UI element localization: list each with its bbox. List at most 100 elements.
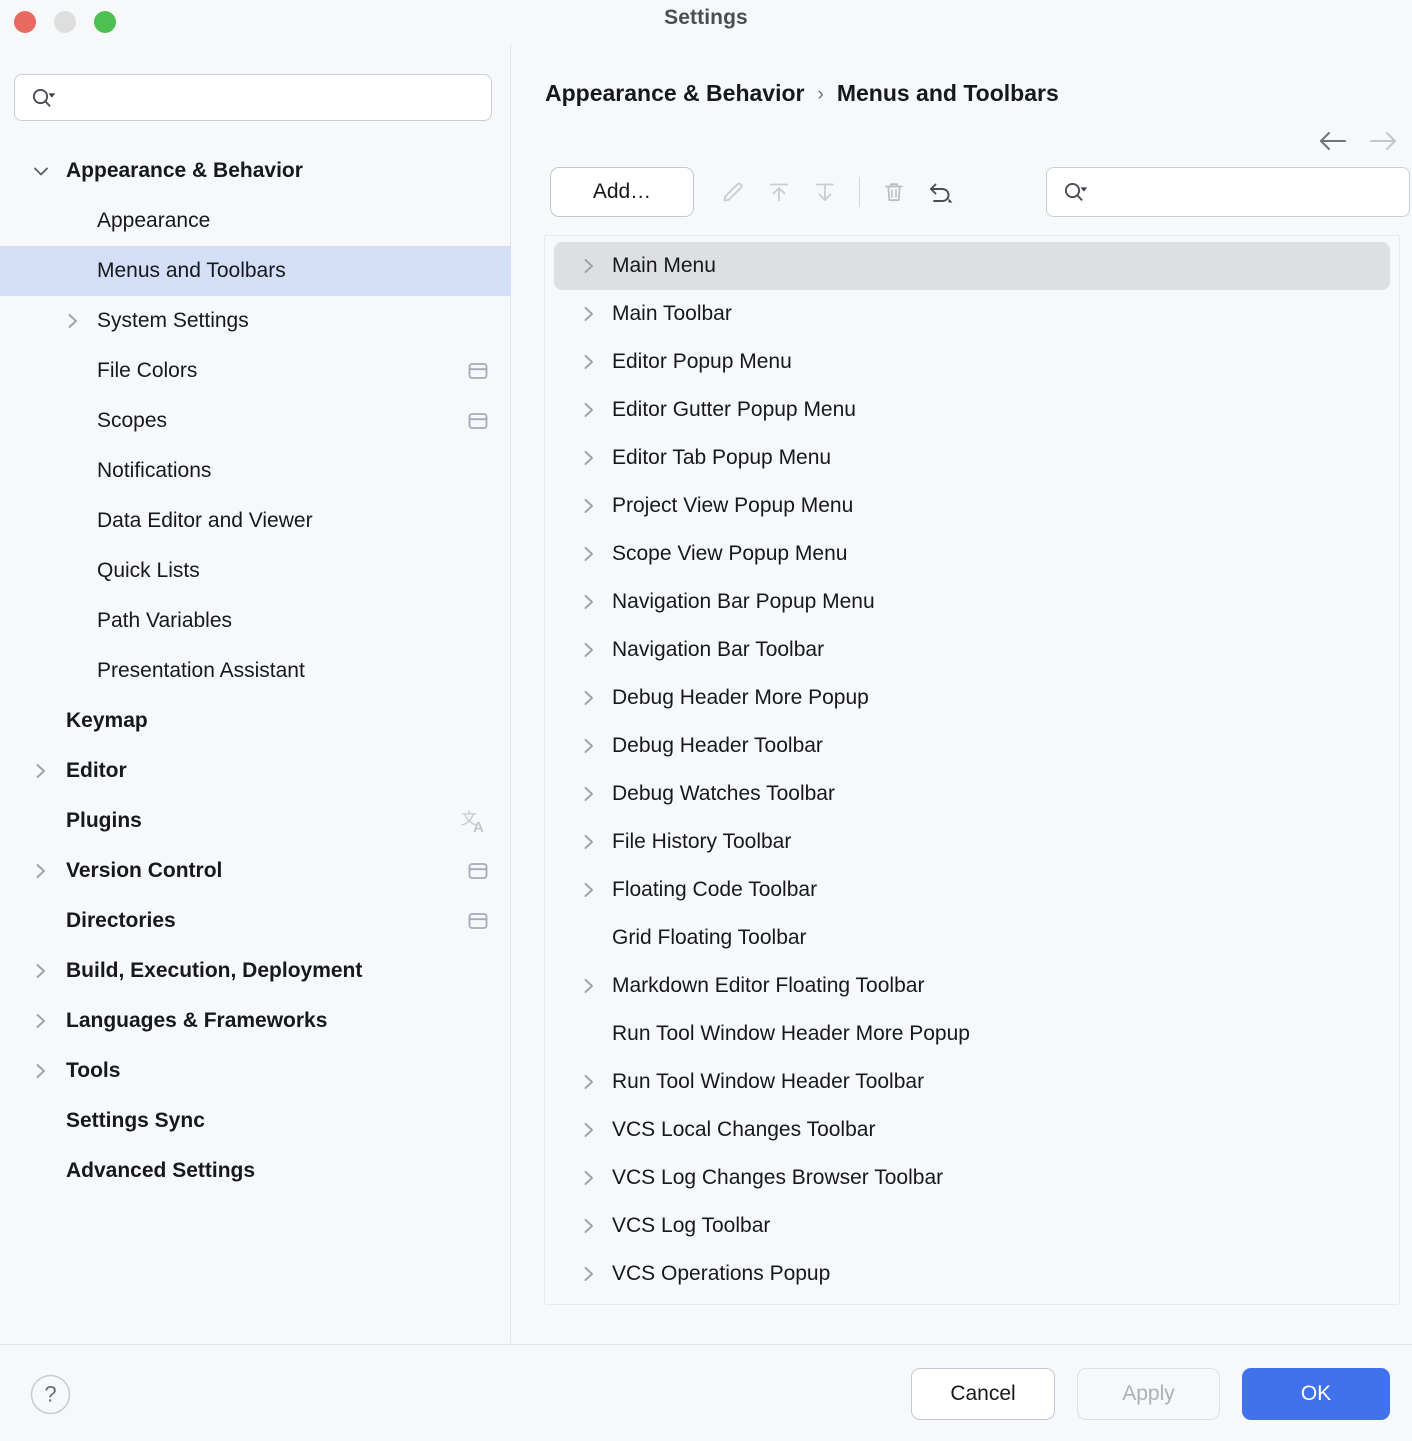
list-item[interactable]: VCS Local Changes Toolbar — [554, 1106, 1390, 1154]
sidebar-item-appearance-behavior[interactable]: Appearance & Behavior — [0, 146, 511, 196]
chevron-right-icon[interactable] — [578, 639, 600, 661]
sidebar-item-keymap[interactable]: Keymap — [0, 696, 511, 746]
breadcrumb-parent[interactable]: Appearance & Behavior — [545, 80, 804, 107]
list-item[interactable]: Editor Tab Popup Menu — [554, 434, 1390, 482]
chevron-right-icon[interactable] — [578, 255, 600, 277]
chevron-right-icon[interactable] — [578, 1071, 600, 1093]
list-item[interactable]: File History Toolbar — [554, 818, 1390, 866]
sidebar-item-system-settings[interactable]: System Settings — [0, 296, 511, 346]
list-item[interactable]: Debug Watches Toolbar — [554, 770, 1390, 818]
add-button[interactable]: Add… — [550, 167, 694, 217]
list-item-label: Navigation Bar Popup Menu — [612, 590, 875, 614]
list-item-label: File History Toolbar — [612, 830, 791, 854]
sidebar-item-appearance[interactable]: Appearance — [0, 196, 511, 246]
cancel-button[interactable]: Cancel — [911, 1368, 1055, 1420]
menus-and-toolbars-list[interactable]: Main MenuMain ToolbarEditor Popup Menu Ed… — [544, 235, 1400, 1305]
sidebar-item-file-colors[interactable]: File Colors — [0, 346, 511, 396]
list-item[interactable]: Scope View Popup Menu — [554, 530, 1390, 578]
chevron-right-icon[interactable] — [30, 1060, 52, 1082]
chevron-right-icon[interactable] — [30, 1010, 52, 1032]
sidebar-item-languages-frameworks[interactable]: Languages & Frameworks — [0, 996, 511, 1046]
list-item-label: Scope View Popup Menu — [612, 542, 847, 566]
settings-category-tree: Appearance & Behavior AppearanceMenus and… — [0, 146, 511, 1196]
list-item-label: Grid Floating Toolbar — [612, 926, 807, 950]
sidebar-item-label: File Colors — [97, 359, 197, 383]
help-icon[interactable]: ? — [30, 1374, 71, 1415]
list-item[interactable]: Navigation Bar Popup Menu — [554, 578, 1390, 626]
chevron-right-icon[interactable] — [578, 687, 600, 709]
project-scope-icon — [467, 361, 489, 381]
sidebar-item-menus-and-toolbars[interactable]: Menus and Toolbars — [0, 246, 511, 296]
sidebar-item-tools[interactable]: Tools — [0, 1046, 511, 1096]
sidebar-item-quick-lists[interactable]: Quick Lists — [0, 546, 511, 596]
list-item[interactable]: VCS Log Toolbar — [554, 1202, 1390, 1250]
chevron-right-icon[interactable] — [578, 1119, 600, 1141]
filter-search-field[interactable] — [1046, 167, 1410, 217]
list-item[interactable]: Editor Popup Menu — [554, 338, 1390, 386]
sidebar-item-notifications[interactable]: Notifications — [0, 446, 511, 496]
back-arrow-icon[interactable] — [1318, 126, 1348, 156]
chevron-right-icon[interactable] — [62, 310, 84, 332]
list-item-label: Debug Header More Popup — [612, 686, 869, 710]
sidebar-item-advanced-settings[interactable]: Advanced Settings — [0, 1146, 511, 1196]
chevron-right-icon[interactable] — [578, 495, 600, 517]
project-scope-icon — [467, 411, 489, 431]
list-item[interactable]: VCS Operations Popup — [554, 1250, 1390, 1298]
chevron-right-icon[interactable] — [578, 783, 600, 805]
chevron-right-icon[interactable] — [578, 1167, 600, 1189]
list-item-label: Debug Header Toolbar — [612, 734, 823, 758]
chevron-right-icon[interactable] — [578, 351, 600, 373]
toolbar-divider — [859, 177, 860, 207]
sidebar-item-label: Appearance & Behavior — [66, 159, 303, 183]
chevron-right-icon[interactable] — [30, 960, 52, 982]
chevron-right-icon[interactable] — [578, 591, 600, 613]
move-up-icon — [756, 170, 802, 214]
list-item-label: Navigation Bar Toolbar — [612, 638, 824, 662]
sidebar-search-field[interactable] — [14, 74, 492, 121]
chevron-right-icon[interactable] — [578, 879, 600, 901]
chevron-right-icon[interactable] — [578, 1215, 600, 1237]
list-item[interactable]: Run Tool Window Header Toolbar — [554, 1058, 1390, 1106]
sidebar-item-editor[interactable]: Editor — [0, 746, 511, 796]
list-item[interactable]: Grid Floating Toolbar — [554, 914, 1390, 962]
chevron-right-icon[interactable] — [578, 447, 600, 469]
sidebar-item-scopes[interactable]: Scopes — [0, 396, 511, 446]
sidebar-item-version-control[interactable]: Version Control — [0, 846, 511, 896]
sidebar-item-path-variables[interactable]: Path Variables — [0, 596, 511, 646]
chevron-right-icon[interactable] — [578, 735, 600, 757]
sidebar-item-presentation-assistant[interactable]: Presentation Assistant — [0, 646, 511, 696]
list-item[interactable]: Debug Header Toolbar — [554, 722, 1390, 770]
list-item[interactable]: Markdown Editor Floating Toolbar — [554, 962, 1390, 1010]
chevron-right-icon[interactable] — [30, 760, 52, 782]
list-item[interactable]: Debug Header More Popup — [554, 674, 1390, 722]
chevron-right-icon[interactable] — [578, 831, 600, 853]
chevron-right-icon[interactable] — [578, 975, 600, 997]
sidebar-item-plugins[interactable]: Plugins文A — [0, 796, 511, 846]
sidebar-item-data-editor-and-viewer[interactable]: Data Editor and Viewer — [0, 496, 511, 546]
sidebar-item-label: Advanced Settings — [66, 1159, 255, 1183]
list-item[interactable]: Editor Gutter Popup Menu — [554, 386, 1390, 434]
sidebar-item-label: Tools — [66, 1059, 120, 1083]
sidebar-item-build-execution-deployment[interactable]: Build, Execution, Deployment — [0, 946, 511, 996]
sidebar-item-directories[interactable]: Directories — [0, 896, 511, 946]
list-item-label: Markdown Editor Floating Toolbar — [612, 974, 924, 998]
move-down-icon — [802, 170, 848, 214]
chevron-down-icon[interactable] — [30, 160, 52, 182]
chevron-right-icon[interactable] — [578, 1263, 600, 1285]
list-item[interactable]: Project View Popup Menu — [554, 482, 1390, 530]
revert-icon[interactable] — [917, 170, 963, 214]
list-item-label: Editor Tab Popup Menu — [612, 446, 831, 470]
list-item[interactable]: Floating Code Toolbar — [554, 866, 1390, 914]
list-item[interactable]: VCS Log Changes Browser Toolbar — [554, 1154, 1390, 1202]
ok-button[interactable]: OK — [1242, 1368, 1390, 1420]
chevron-right-icon[interactable] — [578, 543, 600, 565]
sidebar-item-settings-sync[interactable]: Settings Sync — [0, 1096, 511, 1146]
chevron-right-icon[interactable] — [578, 303, 600, 325]
list-item[interactable]: Navigation Bar Toolbar — [554, 626, 1390, 674]
list-item[interactable]: Main Menu — [554, 242, 1390, 290]
chevron-right-icon[interactable] — [30, 860, 52, 882]
list-item[interactable]: Run Tool Window Header More Popup — [554, 1010, 1390, 1058]
list-item[interactable]: Main Toolbar — [554, 290, 1390, 338]
chevron-right-icon[interactable] — [578, 399, 600, 421]
list-item-label: Editor Gutter Popup Menu — [612, 398, 856, 422]
